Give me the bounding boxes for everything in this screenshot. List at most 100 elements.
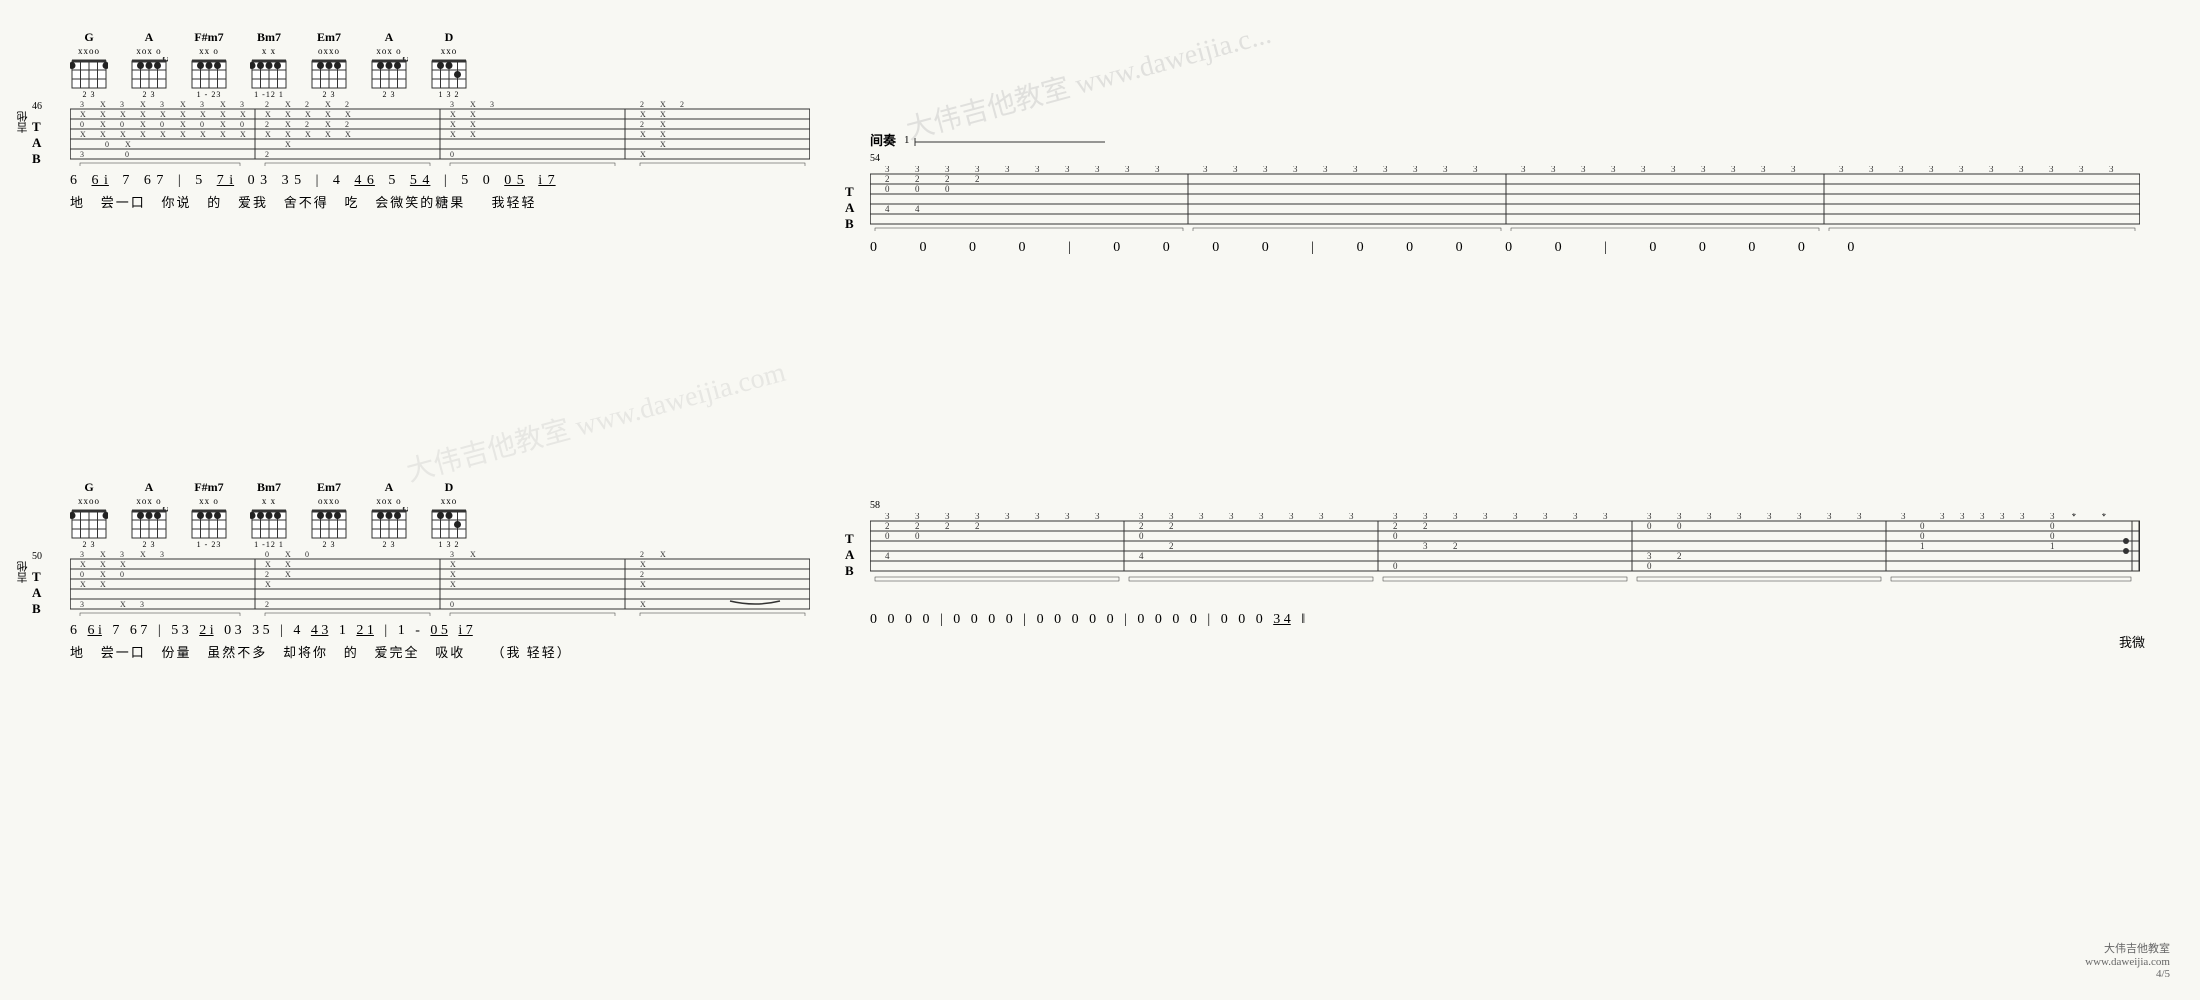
svg-text:3: 3	[1701, 166, 1706, 174]
svg-text:X: X	[325, 110, 331, 119]
svg-text:3: 3	[1065, 513, 1070, 521]
section-top-left: G xxoo	[30, 30, 810, 211]
svg-text:2: 2	[265, 600, 269, 609]
svg-text:2: 2	[305, 120, 309, 129]
svg-text:2: 2	[1139, 521, 1144, 531]
chord-Fsm7: F#m7 xx o 1 - 23	[190, 30, 228, 99]
svg-text:3: 3	[975, 166, 980, 174]
footer-url: www.daweijia.com	[2085, 956, 2170, 968]
tab-staff-svg-bottom: 3 X 3 X 3 X X X 0 X 0 X X 3 X 3 0 X 0 X	[70, 551, 810, 616]
svg-text:X: X	[180, 120, 186, 129]
chord-D: D xxo 1 3 2	[430, 30, 468, 99]
svg-text:4: 4	[885, 551, 890, 561]
tab-staff-bottom-left: 50 TAB 吉他 3 X 3 X	[70, 551, 810, 621]
svg-text:X: X	[265, 560, 271, 569]
svg-text:3: 3	[1035, 166, 1040, 174]
svg-text:2: 2	[885, 521, 890, 531]
svg-text:3: 3	[1839, 166, 1844, 174]
tab-staff-top-left: 46 TAB 吉他	[70, 101, 810, 171]
svg-text:3: 3	[1899, 166, 1904, 174]
svg-text:X: X	[125, 140, 131, 149]
svg-text:3: 3	[1551, 166, 1556, 174]
svg-text:X: X	[180, 130, 186, 139]
svg-text:X: X	[285, 110, 291, 119]
svg-text:0: 0	[160, 120, 164, 129]
svg-text:3: 3	[80, 150, 84, 159]
svg-text:X: X	[80, 580, 86, 589]
svg-text:3: 3	[1349, 513, 1354, 521]
chord-G: G xxoo	[70, 30, 108, 99]
tab-label-top: TAB	[32, 119, 41, 167]
chord-A2-grid	[370, 57, 408, 89]
chord-A-grid	[130, 57, 168, 89]
interlude-header: 间奏 1	[870, 130, 2150, 149]
svg-text:3: 3	[1603, 513, 1608, 521]
svg-text:X: X	[220, 120, 226, 129]
svg-text:X: X	[120, 600, 126, 609]
svg-text:3: 3	[1483, 513, 1488, 521]
measure-num-58: 58	[870, 500, 2150, 511]
svg-text:X: X	[470, 130, 476, 139]
svg-text:0: 0	[1647, 561, 1652, 571]
svg-text:0: 0	[120, 570, 124, 579]
svg-text:3: 3	[1393, 513, 1398, 521]
svg-text:X: X	[660, 110, 666, 119]
svg-text:3: 3	[200, 101, 204, 109]
svg-text:3: 3	[1095, 513, 1100, 521]
svg-text:3: 3	[1581, 166, 1586, 174]
svg-text:0: 0	[1393, 561, 1398, 571]
guitar-label-bottom: 吉他	[15, 561, 31, 583]
lyrics-bottom-left: 地 尝一口 份量 虽然不多 却将你 的 爱完全 吸收 （我 轻轻）	[70, 642, 810, 661]
svg-text:2: 2	[345, 120, 349, 129]
tab-label-br: TAB	[845, 531, 854, 579]
svg-text:X: X	[470, 120, 476, 129]
svg-text:X: X	[160, 130, 166, 139]
svg-text:3: 3	[1139, 513, 1144, 521]
svg-text:X: X	[345, 130, 351, 139]
svg-text:3: 3	[1423, 541, 1428, 551]
svg-text:3: 3	[1827, 513, 1832, 521]
svg-text:3: 3	[1319, 513, 1324, 521]
svg-text:0: 0	[2050, 521, 2055, 531]
svg-text:3: 3	[80, 101, 84, 109]
section-top-right: 间奏 1 54 TAB	[870, 130, 2150, 256]
svg-text:0: 0	[1920, 521, 1925, 531]
chord-A: A xox o	[130, 30, 168, 99]
measure-num-54: 54	[870, 153, 2150, 164]
svg-text:3: 3	[1647, 513, 1652, 521]
svg-text:2: 2	[1393, 521, 1398, 531]
chord-diagrams-top: G xxoo	[70, 30, 810, 99]
svg-text:3: 3	[1259, 513, 1264, 521]
svg-text:X: X	[345, 110, 351, 119]
tab-staff-top-right: TAB 3 3 3 3 3 3	[870, 166, 2150, 236]
chord-Bm7-b: Bm7 x x 1	[250, 480, 288, 549]
interlude-bracket-svg	[910, 134, 1110, 146]
svg-text:3: 3	[1647, 551, 1652, 561]
footer-site: 大伟吉他教室	[2085, 940, 2170, 956]
numbered-notation-top-left: 6 6 i 7 6 7 | 5 7 i 0 3 3 5 | 4 4 6 5 5 …	[70, 173, 810, 189]
svg-text:3: 3	[1353, 166, 1358, 174]
svg-text:X: X	[140, 551, 146, 559]
svg-text:3: 3	[240, 101, 244, 109]
svg-text:X: X	[285, 120, 291, 129]
svg-text:3: 3	[2109, 166, 2114, 174]
svg-text:3: 3	[80, 600, 84, 609]
footer: 大伟吉他教室 www.daweijia.com 4/5	[2085, 940, 2170, 980]
svg-text:2: 2	[975, 174, 980, 184]
svg-text:X: X	[160, 110, 166, 119]
svg-text:2: 2	[265, 120, 269, 129]
numbered-notation-bottom-right: 0 0 0 0 | 0 0 0 0 | 0 0 0 0 0 | 0 0 0 0 …	[870, 612, 2150, 628]
svg-text:X: X	[470, 101, 476, 109]
svg-text:X: X	[285, 570, 291, 579]
svg-text:X: X	[660, 101, 666, 109]
svg-text:3: 3	[1707, 513, 1712, 521]
svg-text:3: 3	[1677, 513, 1682, 521]
svg-text:0: 0	[915, 531, 920, 541]
svg-text:3: 3	[1543, 513, 1548, 521]
chord-A2: A xox o 2	[370, 30, 408, 99]
svg-text:3: 3	[915, 513, 920, 521]
chord-Em7-grid	[310, 57, 348, 89]
svg-text:3: 3	[1125, 166, 1130, 174]
svg-text:3: 3	[1761, 166, 1766, 174]
chord-A3-b: A xox o 2	[370, 480, 408, 549]
